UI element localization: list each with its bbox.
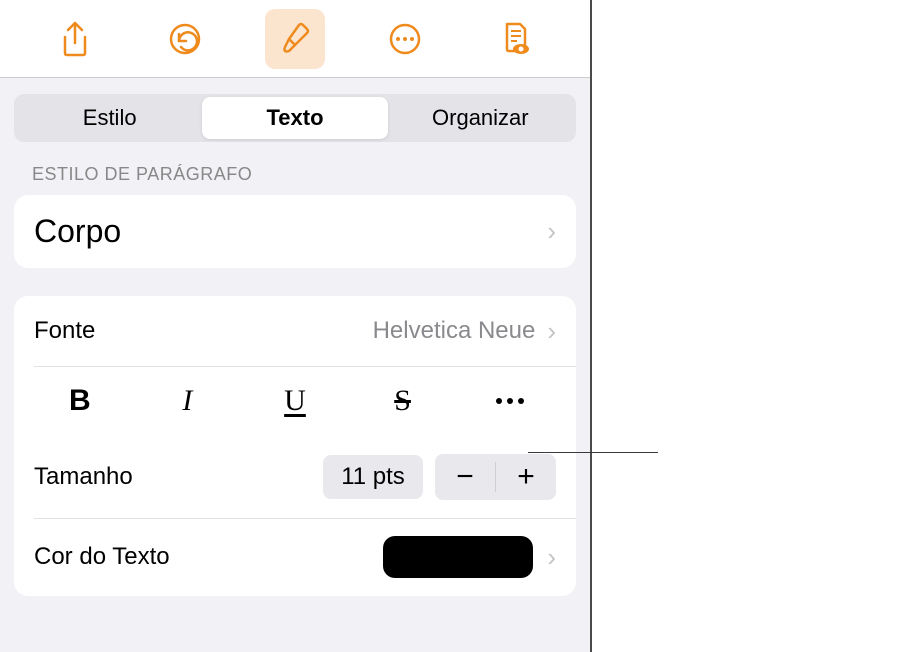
chevron-right-icon: ›	[547, 542, 556, 573]
tab-text[interactable]: Texto	[202, 97, 387, 139]
tab-organize[interactable]: Organizar	[388, 97, 573, 139]
italic-button[interactable]: I	[134, 380, 242, 422]
document-view-icon	[495, 19, 535, 59]
paragraph-style-row[interactable]: Corpo ›	[14, 195, 576, 268]
dot-icon	[518, 398, 524, 404]
dot-icon	[496, 398, 502, 404]
chevron-right-icon: ›	[547, 316, 556, 347]
size-label: Tamanho	[34, 463, 133, 491]
tab-style[interactable]: Estilo	[17, 97, 202, 139]
more-circle-icon	[385, 19, 425, 59]
content-area: Estilo Texto Organizar ESTILO DE PARÁGRA…	[0, 78, 590, 652]
size-increase-button[interactable]: +	[496, 454, 556, 500]
callout-line	[528, 452, 658, 453]
more-button[interactable]	[375, 9, 435, 69]
text-color-swatch[interactable]	[383, 536, 533, 578]
share-icon	[55, 19, 95, 59]
format-button[interactable]	[265, 9, 325, 69]
format-buttons-row: B I U S	[14, 366, 576, 436]
chevron-right-icon: ›	[547, 216, 556, 247]
underline-button[interactable]: U	[241, 380, 349, 422]
font-label: Fonte	[34, 317, 95, 345]
size-stepper: − +	[435, 454, 556, 500]
strikethrough-button[interactable]: S	[349, 380, 457, 422]
paragraph-style-header: ESTILO DE PARÁGRAFO	[32, 164, 576, 185]
font-row[interactable]: Fonte Helvetica Neue ›	[14, 296, 576, 366]
dot-icon	[507, 398, 513, 404]
size-decrease-button[interactable]: −	[435, 454, 495, 500]
font-card: Fonte Helvetica Neue › B I U S Tamanho	[14, 296, 576, 596]
share-button[interactable]	[45, 9, 105, 69]
blank-area	[594, 0, 907, 652]
toolbar	[0, 0, 590, 78]
format-panel: Estilo Texto Organizar ESTILO DE PARÁGRA…	[0, 0, 592, 652]
size-row: Tamanho 11 pts − +	[14, 436, 576, 518]
more-text-options-button[interactable]	[456, 394, 564, 408]
size-value-field[interactable]: 11 pts	[323, 455, 423, 499]
font-value: Helvetica Neue	[373, 317, 536, 345]
text-color-row[interactable]: Cor do Texto ›	[14, 518, 576, 596]
document-view-button[interactable]	[485, 9, 545, 69]
paragraph-style-card: Corpo ›	[14, 195, 576, 268]
paragraph-style-name: Corpo	[34, 213, 121, 250]
text-color-label: Cor do Texto	[34, 543, 170, 571]
format-brush-icon	[275, 19, 315, 59]
bold-button[interactable]: B	[26, 380, 134, 422]
undo-icon	[165, 19, 205, 59]
undo-button[interactable]	[155, 9, 215, 69]
tab-segmented-control: Estilo Texto Organizar	[14, 94, 576, 142]
